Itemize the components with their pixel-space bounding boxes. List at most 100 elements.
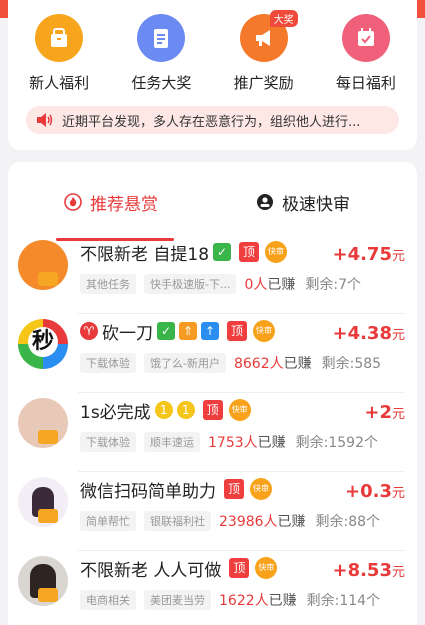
reward-unit: 元 bbox=[391, 407, 405, 422]
earned-suffix: 已赚 bbox=[277, 514, 306, 530]
task-row[interactable]: 1s必完成 1 1 顶 快审 +2元 下载体验 顺丰速运 1753人已赚 剩余:… bbox=[8, 394, 417, 472]
task-reward: +2元 bbox=[364, 402, 405, 423]
task-meta: 其他任务 快手极速版-下... 0人已赚 剩余:7个 bbox=[80, 274, 361, 294]
aries-icon: ♈ bbox=[80, 322, 98, 340]
earned-count: 8662人已赚 bbox=[234, 353, 312, 373]
top-tag: 顶 bbox=[227, 321, 247, 341]
fast-review-tag: 快审 bbox=[228, 399, 251, 421]
task-category-chip: 电商相关 bbox=[80, 590, 136, 610]
notice-text: 近期平台发现，多人存在恶意行为，组织他人进行... bbox=[62, 114, 361, 130]
task-title-line: 不限新老 人人可做 顶 快审 bbox=[80, 556, 278, 581]
fast-review-tag: 快审 bbox=[255, 557, 278, 579]
quick-entry-daily[interactable]: 每日福利 bbox=[318, 14, 414, 96]
task-app-chip: 顺丰速运 bbox=[144, 432, 200, 452]
up-arrow-icon: ↑ bbox=[201, 322, 219, 340]
prize-badge: 大奖 bbox=[269, 10, 298, 27]
top-tag: 顶 bbox=[239, 242, 260, 262]
task-reward: +8.53元 bbox=[332, 560, 405, 581]
fast-review-tag: 快审 bbox=[253, 320, 275, 342]
task-app-chip: 快手极速版-下... bbox=[144, 274, 237, 294]
reward-amount: +4.38 bbox=[332, 323, 392, 344]
task-title: 1s必完成 bbox=[80, 402, 151, 423]
reward-amount: +8.53 bbox=[332, 560, 392, 581]
earned-suffix: 已赚 bbox=[267, 277, 296, 293]
remaining-count: 剩余:114个 bbox=[306, 593, 381, 609]
task-row[interactable]: 微信扫码简单助力 顶 快审 +0.3元 简单帮忙 银联福利社 23986人已赚 … bbox=[8, 473, 417, 551]
avatar-badge bbox=[38, 588, 58, 602]
quick-entry-card: 新人福利 任务大奖 大奖 推广奖励 每日福利 近期平台发现，多人存在恶意行为，组… bbox=[8, 0, 417, 150]
check-icon: ✓ bbox=[213, 243, 232, 261]
reward-amount: +0.3 bbox=[345, 481, 392, 502]
quick-entry-label: 任务大奖 bbox=[131, 74, 192, 92]
row-divider bbox=[78, 550, 405, 551]
earned-suffix: 已赚 bbox=[257, 435, 286, 451]
gold-medal-icon: 1 bbox=[154, 401, 173, 419]
clipboard-icon bbox=[137, 14, 186, 62]
earned-count: 1622人已赚 bbox=[219, 590, 297, 610]
task-meta: 下载体验 饿了么-新用户 8662人已赚 剩余:585 bbox=[80, 353, 381, 373]
task-row[interactable]: 秒 ♈ 砍一刀 ✓ ⇑ ↑ 顶 快审 +4.38元 下载体验 饿了么-新用户 8… bbox=[8, 315, 417, 393]
reward-unit: 元 bbox=[391, 486, 405, 501]
task-app-chip: 美团麦当劳 bbox=[144, 590, 211, 610]
avatar-badge bbox=[38, 509, 58, 523]
gift-bag-icon bbox=[35, 14, 84, 62]
quick-entry-new-user[interactable]: 新人福利 bbox=[11, 14, 107, 96]
task-reward: +4.38元 bbox=[332, 323, 405, 344]
earned-number: 0人 bbox=[244, 277, 268, 293]
tab-label: 推荐悬赏 bbox=[90, 194, 158, 215]
task-title: 不限新老 自提18 bbox=[80, 244, 210, 265]
earned-count: 0人已赚 bbox=[244, 274, 295, 294]
task-app-chip: 饿了么-新用户 bbox=[144, 353, 226, 373]
task-category-chip: 简单帮忙 bbox=[80, 511, 136, 531]
task-row[interactable]: 不限新老 人人可做 顶 快审 +8.53元 电商相关 美团麦当劳 1622人已赚… bbox=[8, 552, 417, 625]
top-tag: 顶 bbox=[224, 479, 244, 499]
user-circle-icon bbox=[257, 194, 273, 210]
task-title: 微信扫码简单助力 bbox=[80, 481, 216, 502]
remaining-count: 剩余:1592个 bbox=[295, 435, 378, 451]
double-up-icon: ⇑ bbox=[179, 322, 197, 340]
row-divider bbox=[78, 471, 405, 472]
task-meta: 下载体验 顺丰速运 1753人已赚 剩余:1592个 bbox=[80, 432, 378, 452]
task-list-card: 推荐悬赏 极速快审 不限新老 自提18 ✓ 顶 快审 +4.75元 其他任务 快… bbox=[8, 162, 417, 625]
row-divider bbox=[78, 313, 405, 314]
quick-entry-task-prize[interactable]: 任务大奖 bbox=[113, 14, 209, 96]
tab-label: 极速快审 bbox=[282, 194, 350, 215]
task-title-line: ♈ 砍一刀 ✓ ⇑ ↑ 顶 快审 bbox=[80, 319, 275, 344]
tab-fast-review[interactable]: 极速快审 bbox=[256, 182, 350, 222]
earned-count: 23986人已赚 bbox=[219, 511, 306, 531]
remaining-count: 剩余:88个 bbox=[315, 514, 381, 530]
avatar-badge bbox=[38, 272, 58, 286]
earned-count: 1753人已赚 bbox=[208, 432, 286, 452]
quick-entry-promotion[interactable]: 大奖 推广奖励 bbox=[216, 10, 312, 96]
earned-number: 8662人 bbox=[233, 356, 284, 372]
row-divider bbox=[78, 392, 405, 393]
task-app-chip: 银联福利社 bbox=[144, 511, 211, 531]
task-title-line: 微信扫码简单助力 顶 快审 bbox=[80, 477, 272, 502]
task-title: 砍一刀 bbox=[102, 323, 153, 344]
notice-bar[interactable]: 近期平台发现，多人存在恶意行为，组织他人进行... bbox=[26, 106, 399, 134]
earned-number: 1753人 bbox=[208, 435, 258, 451]
earned-number: 1622人 bbox=[219, 593, 269, 609]
task-meta: 简单帮忙 银联福利社 23986人已赚 剩余:88个 bbox=[80, 511, 380, 531]
remaining-count: 剩余:585 bbox=[321, 356, 382, 372]
avatar-mark: 秒 bbox=[28, 327, 58, 357]
reward-amount: +4.75 bbox=[332, 244, 392, 265]
gold-medal-icon: 1 bbox=[176, 401, 195, 419]
task-category-chip: 下载体验 bbox=[80, 353, 136, 373]
task-meta: 电商相关 美团麦当劳 1622人已赚 剩余:114个 bbox=[80, 590, 380, 610]
task-title: 不限新老 人人可做 bbox=[80, 560, 222, 581]
quick-entry-label: 每日福利 bbox=[335, 74, 396, 92]
fast-review-tag: 快审 bbox=[265, 241, 288, 263]
quick-entry-label: 推广奖励 bbox=[233, 74, 294, 92]
task-reward: +0.3元 bbox=[345, 481, 405, 502]
earned-suffix: 已赚 bbox=[268, 593, 297, 609]
task-title-line: 1s必完成 1 1 顶 快审 bbox=[80, 398, 251, 423]
reward-unit: 元 bbox=[391, 249, 405, 264]
flame-icon bbox=[64, 193, 82, 211]
task-row[interactable]: 不限新老 自提18 ✓ 顶 快审 +4.75元 其他任务 快手极速版-下... … bbox=[8, 236, 417, 314]
task-category-chip: 其他任务 bbox=[80, 274, 136, 294]
task-title-line: 不限新老 自提18 ✓ 顶 快审 bbox=[80, 240, 288, 265]
tab-recommended[interactable]: 推荐悬赏 bbox=[64, 182, 158, 222]
fast-review-tag: 快审 bbox=[250, 478, 272, 500]
earned-number: 23986人 bbox=[219, 514, 278, 530]
